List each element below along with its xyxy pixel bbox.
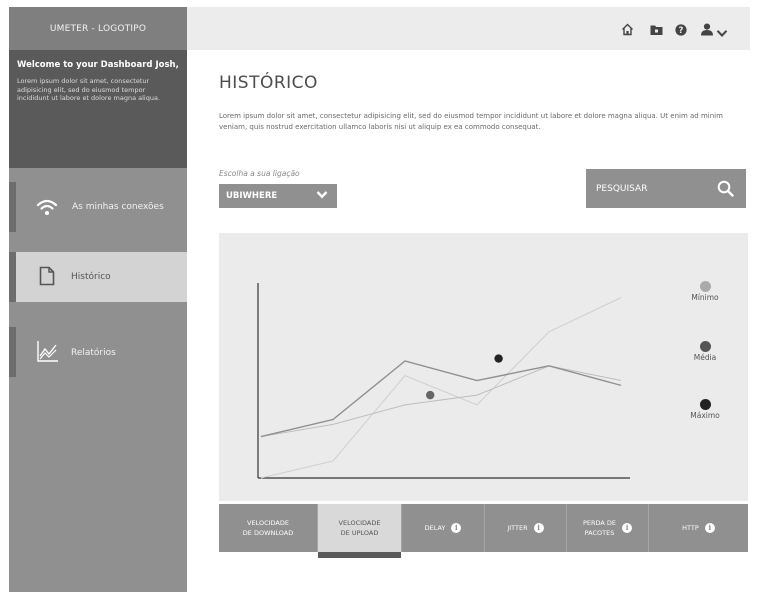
search-button[interactable]: PESQUISAR (586, 169, 746, 208)
page-title: HISTÓRICO (219, 73, 318, 93)
home-icon[interactable] (621, 21, 634, 40)
legend-label: Mínimo (691, 293, 719, 302)
document-icon (39, 266, 55, 289)
sidebar-item-connections[interactable]: As minhas conexões (9, 182, 187, 232)
tab-label: DELAY (424, 524, 446, 532)
tab-label: VELOCIDADE DE DOWNLOAD (242, 519, 294, 537)
chevron-down-icon[interactable] (716, 23, 728, 42)
info-icon[interactable]: i (704, 523, 715, 533)
tab-http[interactable]: HTTP i (649, 504, 748, 552)
intro-text: Lorem ipsum dolor sit amet, consectetur … (219, 112, 723, 131)
connection-select-label: Escolha a sua ligação (219, 169, 300, 178)
active-tab-indicator (318, 552, 401, 558)
user-icon[interactable] (700, 21, 714, 40)
tab-upload-speed[interactable]: VELOCIDADE DE UPLOAD (318, 504, 402, 558)
legend-label: Média (693, 353, 717, 362)
help-icon[interactable]: ? (675, 21, 687, 40)
legend-swatch (699, 281, 711, 292)
tab-delay[interactable]: DELAY i (402, 504, 485, 552)
nav-marker (9, 252, 16, 302)
connection-select-value: UBIWHERE (226, 191, 278, 201)
search-icon (717, 180, 734, 200)
legend-swatch (699, 341, 711, 352)
app-logo[interactable]: UMETER - LOGOTIPO (9, 7, 187, 50)
sidebar-item-reports[interactable]: Relatórios (9, 327, 187, 377)
series-line-maximo (260, 360, 622, 438)
chevron-down-icon (316, 190, 328, 203)
folder-icon[interactable] (650, 21, 663, 40)
metric-tabs: VELOCIDADE DE DOWNLOAD VELOCIDADE DE UPLOA… (219, 504, 748, 558)
data-point-maximo[interactable] (494, 354, 503, 363)
wifi-icon (36, 198, 58, 219)
svg-text:?: ? (679, 26, 684, 36)
welcome-title: Welcome to your Dashboard Josh, (17, 60, 179, 70)
sidebar-item-label: Relatórios (71, 348, 116, 358)
legend-item-minimo: Mínimo (680, 281, 730, 302)
connection-select[interactable]: UBIWHERE (219, 184, 337, 208)
info-icon[interactable]: i (622, 523, 633, 533)
series-line-media (260, 365, 622, 438)
legend-item-maximo: Máximo (680, 399, 730, 420)
legend-item-media: Média (680, 341, 730, 362)
search-button-label: PESQUISAR (596, 183, 648, 194)
tab-download-speed[interactable]: VELOCIDADE DE DOWNLOAD (219, 504, 318, 552)
sidebar-item-label: Histórico (71, 272, 111, 282)
line-chart-icon (37, 340, 59, 365)
tab-packet-loss[interactable]: PERDA DE PACOTES i (567, 504, 649, 552)
welcome-text: Lorem ipsum dolor sit amet, consectetur … (17, 77, 161, 102)
series-line-minimo (260, 297, 622, 479)
sidebar-item-label: As minhas conexões (72, 202, 164, 212)
welcome-panel: Welcome to your Dashboard Josh, Lorem ip… (9, 50, 187, 168)
nav-marker (9, 182, 16, 232)
legend-swatch (699, 399, 711, 410)
tab-jitter[interactable]: JITTER i (485, 504, 567, 552)
nav-marker (9, 327, 16, 377)
tab-label: HTTP (682, 524, 699, 532)
top-bar: ? (187, 7, 750, 50)
sidebar-item-history[interactable]: Histórico (9, 252, 187, 302)
tab-label: JITTER (507, 524, 528, 532)
legend-label: Máximo (690, 411, 720, 420)
info-icon[interactable]: i (533, 523, 544, 533)
line-chart (257, 283, 630, 479)
info-icon[interactable]: i (451, 523, 462, 533)
data-point-media[interactable] (426, 390, 435, 400)
sidebar: UMETER - LOGOTIPO Welcome to your Dashbo… (9, 7, 187, 592)
tab-label: VELOCIDADE DE UPLOAD (338, 519, 381, 537)
chart-panel: Mínimo Média Máximo (219, 233, 748, 501)
tab-label: PERDA DE PACOTES (582, 519, 617, 537)
